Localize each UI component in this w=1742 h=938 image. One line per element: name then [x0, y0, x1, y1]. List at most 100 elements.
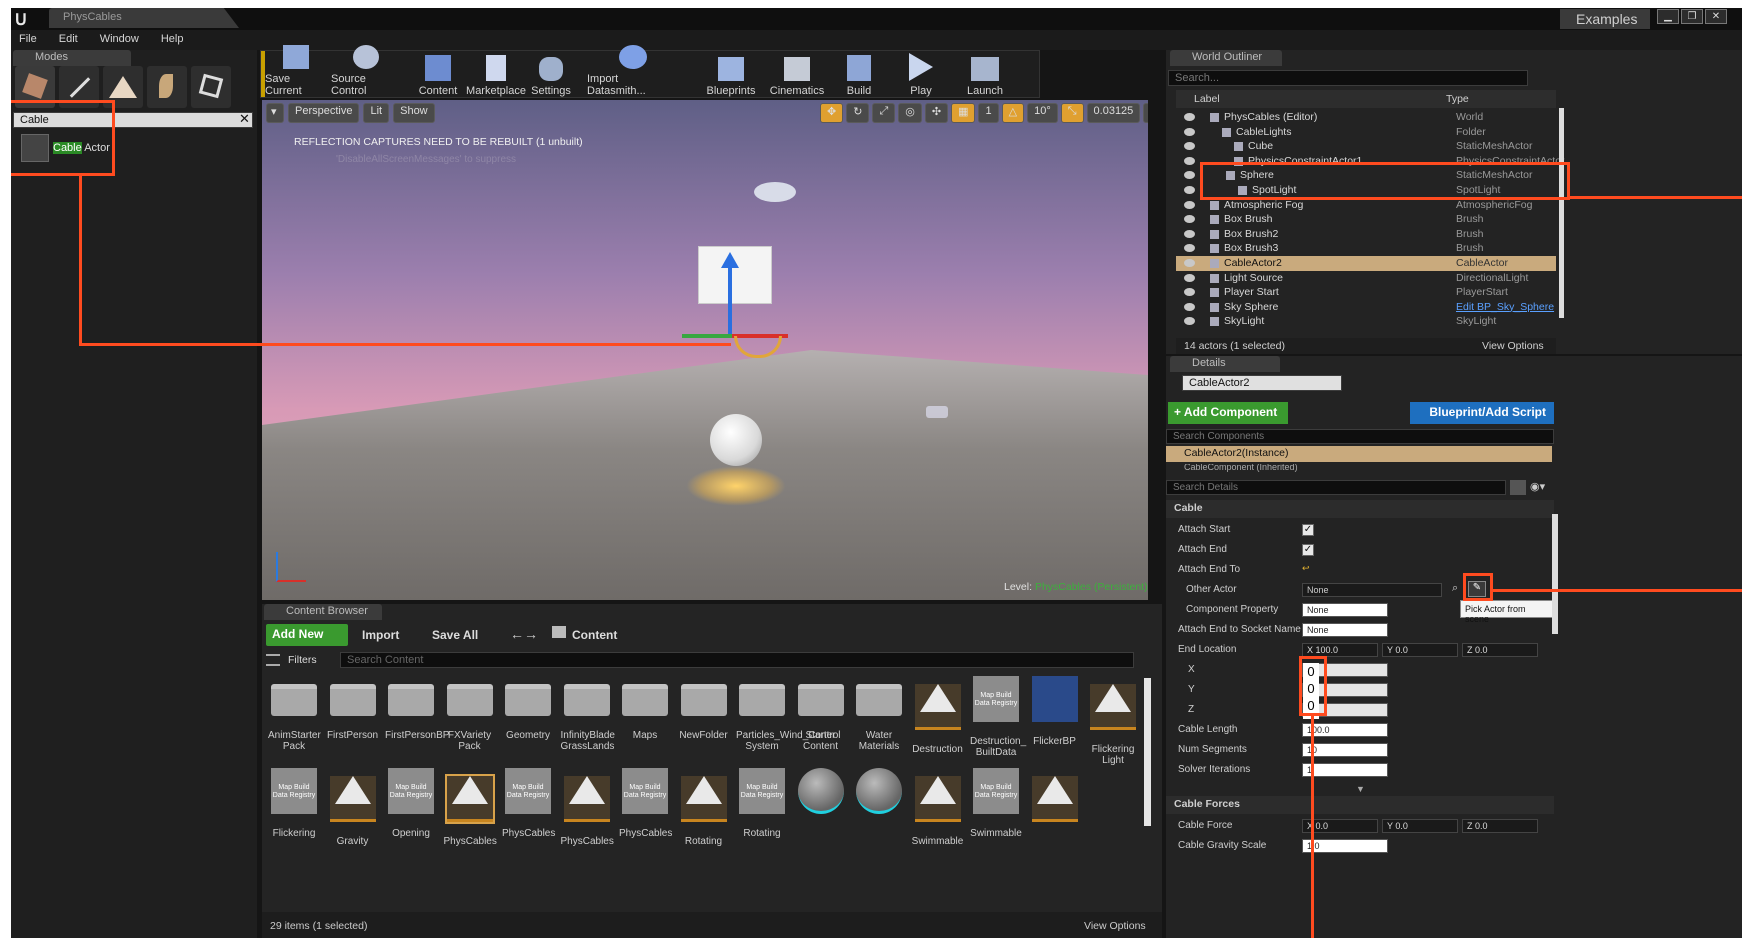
content-asset-tile[interactable]: Map Build Data Registry PhysCables: [619, 768, 672, 839]
scale-size-value[interactable]: 0.03125: [1086, 103, 1141, 123]
force-y-field[interactable]: Y 0.0: [1382, 819, 1458, 833]
add-new-button[interactable]: Add New: [266, 624, 348, 646]
outliner-row[interactable]: CableActor2 CableActor: [1176, 256, 1556, 271]
outliner-row[interactable]: Cube StaticMeshActor: [1176, 139, 1556, 154]
tab-details[interactable]: Details: [1170, 356, 1280, 372]
cable-forces-section-header[interactable]: Cable Forces: [1166, 796, 1554, 814]
visibility-eye-icon[interactable]: [1184, 259, 1195, 267]
level-name[interactable]: PhysCables (Persistent): [1035, 581, 1148, 593]
content-asset-tile[interactable]: Gravity: [327, 768, 379, 847]
content-asset-tile[interactable]: Map Build Data Registry Flickering: [268, 768, 320, 839]
outliner-view-options[interactable]: View Options: [1482, 340, 1544, 352]
force-z-field[interactable]: Z 0.0: [1462, 819, 1538, 833]
outliner-row[interactable]: SpotLight SpotLight: [1176, 183, 1556, 198]
content-asset-tile[interactable]: Rotating: [678, 768, 730, 847]
outliner-row[interactable]: Sphere StaticMeshActor: [1176, 168, 1556, 183]
content-button[interactable]: Content: [413, 45, 463, 97]
tab-world-outliner[interactable]: World Outliner: [1170, 50, 1282, 66]
browse-icon[interactable]: ⌕: [1452, 582, 1458, 595]
y-axis-gizmo[interactable]: [682, 334, 732, 338]
show-button[interactable]: Show: [393, 103, 435, 123]
end-location-label[interactable]: End Location: [1178, 644, 1236, 655]
content-asset-tile[interactable]: Map Build Data Registry Opening: [385, 768, 437, 839]
content-asset-tile[interactable]: [1029, 768, 1081, 836]
reset-arrow-icon[interactable]: ↩: [1302, 563, 1310, 574]
property-matrix-icon[interactable]: [1510, 480, 1526, 495]
save-all-button[interactable]: Save All: [432, 628, 478, 642]
visibility-eye-icon[interactable]: [1184, 215, 1195, 224]
content-asset-tile[interactable]: PhysCables: [561, 768, 614, 847]
add-component-button[interactable]: + Add Component: [1168, 402, 1288, 424]
attach-start-checkbox[interactable]: ✓: [1302, 524, 1314, 536]
tab-modes[interactable]: Modes: [13, 50, 131, 66]
cable-actor-item[interactable]: Cable Actor: [53, 142, 110, 154]
player-start-icon[interactable]: [926, 406, 948, 418]
grid-snap-icon[interactable]: ▦: [951, 103, 976, 123]
outliner-row[interactable]: CableLights Folder: [1176, 125, 1556, 140]
save-current-button[interactable]: Save Current: [265, 45, 327, 97]
nav-back-forward-icon[interactable]: ←→: [510, 626, 538, 642]
content-asset-tile[interactable]: Maps: [619, 676, 671, 741]
lit-button[interactable]: Lit: [363, 103, 390, 123]
play-button[interactable]: Play: [901, 45, 941, 97]
inherited-component-row[interactable]: CableComponent (Inherited): [1184, 464, 1484, 472]
outliner-row[interactable]: Player Start PlayerStart: [1176, 285, 1556, 300]
component-instance-row[interactable]: CableActor2(Instance): [1166, 446, 1552, 462]
content-view-options[interactable]: View Options: [1084, 920, 1146, 932]
examples-button[interactable]: Examples: [1560, 9, 1650, 29]
visibility-eye-icon[interactable]: [1184, 273, 1195, 282]
content-asset-tile[interactable]: PhysCables: [444, 768, 497, 847]
visibility-eye-icon[interactable]: [1184, 156, 1195, 165]
content-asset-tile[interactable]: Swimmable: [912, 768, 964, 847]
eye-visibility-icon[interactable]: ◉▾: [1530, 480, 1552, 495]
scale-snap-icon[interactable]: ⤡: [1060, 103, 1084, 123]
search-details-input[interactable]: Search Details: [1166, 480, 1506, 495]
paint-mode-button[interactable]: [59, 66, 99, 108]
menu-help[interactable]: Help: [161, 33, 184, 47]
eyedropper-icon[interactable]: ✎: [1468, 581, 1486, 597]
filters-button[interactable]: Filters: [288, 654, 317, 666]
content-asset-tile[interactable]: [795, 768, 847, 828]
visibility-eye-icon[interactable]: [1184, 113, 1195, 121]
visibility-eye-icon[interactable]: [1184, 142, 1195, 151]
outliner-row[interactable]: Light Source DirectionalLight: [1176, 271, 1556, 286]
other-actor-dropdown[interactable]: None: [1302, 583, 1442, 597]
content-asset-tile[interactable]: Destruction: [912, 676, 964, 755]
cable-section-header[interactable]: Cable: [1166, 500, 1554, 518]
outliner-row[interactable]: Box Brush3 Brush: [1176, 241, 1556, 256]
content-asset-tile[interactable]: Map Build Data Registry Rotating: [736, 768, 788, 839]
outliner-row-type[interactable]: Edit BP_Sky_Sphere: [1456, 301, 1554, 313]
end-location-y-field[interactable]: Y 0.0: [1382, 643, 1458, 657]
column-type[interactable]: Type: [1446, 93, 1469, 105]
spotlight-icon[interactable]: [754, 182, 796, 202]
modes-search-input[interactable]: Cable: [13, 112, 253, 128]
angle-snap-icon[interactable]: △: [1001, 103, 1025, 123]
marketplace-button[interactable]: Marketplace: [465, 45, 527, 97]
cinematics-button[interactable]: Cinematics: [767, 45, 827, 97]
content-asset-tile[interactable]: FXVariety Pack: [444, 676, 496, 752]
outliner-row[interactable]: Atmospheric Fog AtmosphericFog: [1176, 198, 1556, 213]
content-asset-tile[interactable]: Map Build Data Registry PhysCables: [502, 768, 555, 839]
solver-iterations-input[interactable]: 1: [1302, 763, 1388, 777]
gravity-scale-input[interactable]: 1.0: [1302, 839, 1388, 853]
blueprints-button[interactable]: Blueprints: [703, 45, 759, 97]
content-asset-tile[interactable]: AnimStarter Pack: [268, 676, 321, 752]
attach-end-to-label[interactable]: Attach End To: [1178, 564, 1240, 575]
visibility-eye-icon[interactable]: [1184, 127, 1195, 136]
tab-content-browser[interactable]: Content Browser: [264, 604, 382, 620]
end-location-z-field[interactable]: Z 0.0: [1462, 643, 1538, 657]
attach-end-checkbox[interactable]: ✓: [1302, 544, 1314, 556]
visibility-eye-icon[interactable]: [1184, 302, 1195, 311]
geometry-mode-button[interactable]: [191, 66, 231, 108]
landscape-mode-button[interactable]: [103, 66, 143, 108]
menu-edit[interactable]: Edit: [59, 33, 78, 47]
menu-file[interactable]: File: [19, 33, 37, 47]
grid-size-value[interactable]: 1: [978, 103, 999, 123]
column-label[interactable]: Label: [1194, 93, 1220, 105]
content-asset-tile[interactable]: FirstPerson: [327, 676, 379, 741]
menu-window[interactable]: Window: [100, 33, 139, 47]
import-button[interactable]: Import: [362, 628, 399, 642]
perspective-button[interactable]: Perspective: [288, 103, 360, 123]
content-asset-tile[interactable]: Water Materials: [853, 676, 905, 752]
viewport-options-button[interactable]: ▾: [266, 103, 284, 123]
